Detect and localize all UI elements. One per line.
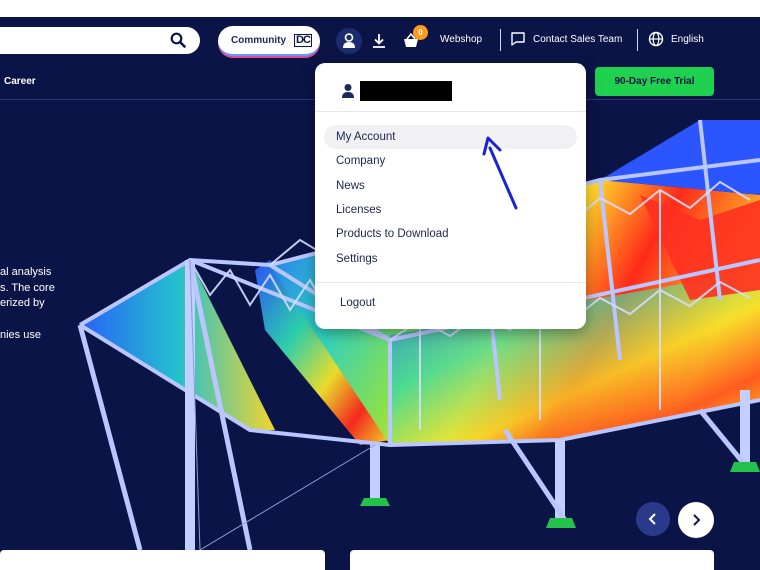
contact-sales-link[interactable]: Contact Sales Team [533, 34, 622, 45]
nav-item-career[interactable]: Career [4, 76, 36, 87]
dropdown-divider [315, 111, 586, 112]
download-icon [373, 34, 385, 48]
dropdown-user-row [341, 80, 355, 102]
menu-item-my-account[interactable]: My Account [324, 125, 577, 149]
free-trial-button[interactable]: 90-Day Free Trial [595, 67, 714, 96]
community-button[interactable]: Community DC [218, 26, 320, 56]
hero-text-line: s. The core [0, 281, 55, 294]
menu-item-news[interactable]: News [324, 174, 577, 198]
logout-button[interactable]: Logout [328, 291, 581, 315]
redacted-username [360, 81, 452, 101]
menu-item-settings[interactable]: Settings [324, 247, 577, 271]
chevron-left-icon [648, 513, 656, 525]
carousel-next-button[interactable] [678, 502, 714, 538]
chevron-right-icon [693, 514, 701, 526]
menu-item-products-to-download[interactable]: Products to Download [324, 222, 577, 246]
globe-icon [648, 31, 664, 47]
header-divider [637, 29, 638, 51]
content-card[interactable] [0, 550, 325, 570]
user-dropdown-menu: My Account Company News Licenses Product… [315, 63, 586, 329]
cart-count-badge: 0 [413, 25, 428, 40]
browser-top-strip [0, 0, 760, 17]
hero-text-line: al analysis [0, 266, 52, 278]
hero-text-line: erized by [0, 297, 45, 309]
community-label: Community [231, 34, 286, 46]
chat-icon [511, 32, 525, 46]
community-logo: DC [294, 33, 312, 47]
language-selector[interactable]: English [671, 34, 704, 45]
menu-item-company[interactable]: Company [324, 149, 577, 173]
carousel-prev-button[interactable] [636, 502, 670, 536]
content-card[interactable] [350, 550, 714, 570]
header-divider [500, 29, 501, 51]
menu-item-licenses[interactable]: Licenses [324, 198, 577, 222]
dropdown-divider [315, 282, 586, 283]
download-button[interactable] [369, 27, 389, 55]
user-icon [342, 84, 354, 98]
webshop-link[interactable]: Webshop [440, 34, 482, 45]
search-icon[interactable] [170, 32, 186, 48]
user-account-button[interactable] [336, 28, 362, 54]
hero-text-line: nies use [0, 328, 41, 341]
user-icon [343, 33, 355, 48]
hero-description: al analysis s. The core erized by nies u… [0, 265, 70, 343]
search-bar[interactable] [0, 27, 200, 54]
site-header: Community DC 0 Webshop Contact Sales Tea… [0, 17, 760, 64]
